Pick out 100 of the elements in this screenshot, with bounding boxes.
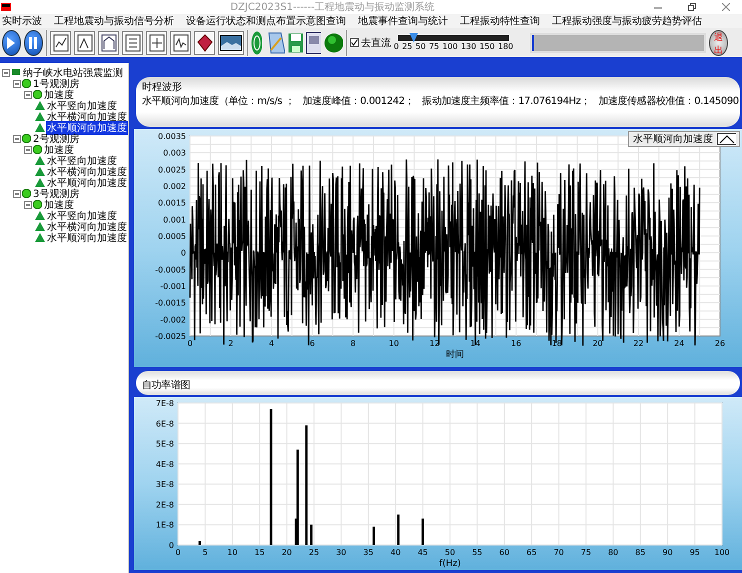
tool-button[interactable] bbox=[98, 30, 119, 54]
maximize-icon[interactable] bbox=[688, 3, 696, 11]
panel-title: 自功率谱图 bbox=[142, 380, 190, 391]
x-axis-label: f(Hz) bbox=[439, 559, 461, 569]
x-tick-label: 8 bbox=[350, 339, 356, 348]
slider-tick-label: 0 bbox=[394, 42, 399, 50]
y-tick-label: -0.0025 bbox=[155, 332, 186, 341]
tree-item[interactable]: 水平横河向加速度 bbox=[46, 164, 128, 178]
x-tick-label: 85 bbox=[635, 548, 646, 557]
y-tick-label: -0.0005 bbox=[155, 265, 186, 274]
landscape-icon bbox=[220, 34, 242, 50]
y-tick-label: 0.002 bbox=[163, 182, 186, 191]
list-icon bbox=[124, 32, 141, 52]
chevron-up-icon[interactable] bbox=[717, 133, 736, 145]
dc-filter-checkbox[interactable]: 去直流 bbox=[350, 36, 391, 50]
menu-item[interactable]: 设备运行状态和测点布置示意图查询 bbox=[186, 14, 346, 28]
info-text: 水平顺河向加速度（单位：m/s/s ； bbox=[142, 94, 294, 108]
pause-button[interactable] bbox=[24, 30, 43, 56]
tool-button[interactable] bbox=[194, 30, 215, 54]
collapse-icon[interactable] bbox=[24, 146, 32, 154]
x-tick-label: 6 bbox=[310, 339, 315, 348]
spectrum-bar bbox=[198, 540, 201, 545]
checkbox[interactable] bbox=[350, 38, 359, 47]
x-tick-label: 30 bbox=[336, 548, 346, 557]
legend[interactable]: 水平顺河向加速度 bbox=[628, 131, 740, 147]
tool-button[interactable] bbox=[170, 30, 191, 54]
y-tick-label: -0.001 bbox=[160, 282, 186, 291]
tree-item[interactable]: 水平顺河向加速度 bbox=[46, 230, 128, 244]
slider-thumb[interactable] bbox=[409, 32, 418, 42]
signal-icon bbox=[172, 32, 189, 52]
menu-item[interactable]: 实时示波 bbox=[2, 14, 42, 28]
close-icon[interactable] bbox=[722, 3, 730, 11]
flag-icon bbox=[11, 68, 21, 77]
menu-item[interactable]: 工程振动特性查询 bbox=[460, 14, 540, 28]
x-tick-label: 10 bbox=[227, 548, 238, 557]
x-tick-label: 45 bbox=[418, 548, 428, 557]
scrollbar[interactable] bbox=[128, 63, 129, 573]
x-tick-label: 20 bbox=[282, 548, 292, 557]
tree-item[interactable]: 水平竖向加速度 bbox=[46, 154, 118, 168]
collapse-icon[interactable] bbox=[13, 190, 21, 198]
crosshair-icon bbox=[148, 32, 165, 52]
tree-item[interactable]: 水平竖向加速度 bbox=[46, 208, 118, 222]
tree-item[interactable]: 2号观测房 bbox=[32, 132, 80, 146]
tool-button[interactable] bbox=[50, 30, 71, 54]
tree-item[interactable]: 水平顺河向加速度 bbox=[46, 176, 128, 190]
x-axis-label: 时间 bbox=[446, 350, 464, 360]
tree-item[interactable]: 水平横河向加速度 bbox=[46, 220, 128, 234]
x-tick-label: 95 bbox=[690, 548, 700, 557]
tree-item[interactable]: 水平横河向加速度 bbox=[46, 110, 128, 124]
info-text: 加速度传感器校准值：0.145090 bbox=[598, 94, 739, 108]
image-button[interactable] bbox=[218, 30, 244, 54]
collapse-icon[interactable] bbox=[24, 200, 32, 208]
collapse-icon[interactable] bbox=[24, 90, 32, 98]
y-tick-label: 0 bbox=[168, 541, 174, 550]
x-tick-label: 60 bbox=[499, 548, 510, 557]
tree-item[interactable]: 纳子峡水电站强震监测 bbox=[22, 66, 124, 80]
tree-item[interactable]: 水平竖向加速度 bbox=[46, 98, 118, 112]
y-tick-label: 0.001 bbox=[163, 215, 186, 224]
slider-tick-label: 100 bbox=[442, 42, 458, 50]
tool-button[interactable] bbox=[122, 30, 143, 54]
spectrum-bar bbox=[397, 514, 400, 545]
menu-item[interactable]: 地震事件查询与统计 bbox=[358, 14, 448, 28]
x-tick-label: 22 bbox=[633, 339, 644, 348]
y-tick-label: -0.0015 bbox=[155, 298, 186, 308]
device-icon[interactable] bbox=[306, 32, 322, 54]
panel-title: 时程波形 bbox=[142, 80, 183, 94]
x-tick-label: 70 bbox=[554, 548, 564, 557]
tree-item[interactable]: 加速度 bbox=[43, 198, 75, 212]
info-text: 振动加速度主频率值：17.076194Hz； bbox=[422, 94, 590, 108]
menu-item[interactable]: 工程地震动与振动信号分析 bbox=[54, 14, 174, 28]
y-tick-label: 0.0025 bbox=[158, 165, 186, 174]
window-title: DZJC2023S1------工程地震动与振动监测系统 bbox=[229, 0, 436, 14]
y-tick-label: -0.002 bbox=[160, 315, 186, 324]
tree-item[interactable]: 加速度 bbox=[43, 88, 75, 102]
x-tick-label: 50 bbox=[444, 548, 456, 557]
tree-item[interactable]: 1号观测房 bbox=[32, 76, 80, 90]
y-tick-label: 4E-8 bbox=[156, 460, 174, 469]
x-tick-label: 100 bbox=[714, 548, 730, 557]
collapse-icon[interactable] bbox=[13, 80, 21, 88]
play-button[interactable] bbox=[2, 30, 21, 56]
peak-chart-icon bbox=[76, 32, 93, 52]
collapse-icon[interactable] bbox=[2, 68, 10, 76]
y-tick-label: 1E-8 bbox=[156, 520, 174, 530]
slider-tick-label: 130 bbox=[460, 42, 476, 50]
x-tick-label: 40 bbox=[390, 548, 401, 557]
y-tick-label: 6E-8 bbox=[156, 419, 174, 428]
tree-item[interactable]: 加速度 bbox=[43, 142, 75, 156]
collapse-icon[interactable] bbox=[13, 134, 21, 142]
legend-label: 水平顺河向加速度 bbox=[633, 132, 713, 146]
tool-button[interactable] bbox=[74, 30, 95, 54]
y-tick-label: 0.0035 bbox=[158, 132, 186, 141]
tree-item[interactable]: 水平顺河向加速度 bbox=[46, 120, 128, 134]
menu-item[interactable]: 工程振动强度与振动疲劳趋势评估 bbox=[552, 14, 702, 28]
tool-button[interactable] bbox=[146, 30, 167, 54]
x-tick-label: 4 bbox=[269, 339, 274, 348]
x-tick-label: 0 bbox=[175, 548, 181, 557]
slider-track[interactable] bbox=[398, 34, 510, 40]
tree-item[interactable]: 3号观测房 bbox=[32, 186, 80, 200]
curve-chart-icon bbox=[100, 32, 117, 52]
x-tick-label: 0 bbox=[187, 339, 193, 348]
